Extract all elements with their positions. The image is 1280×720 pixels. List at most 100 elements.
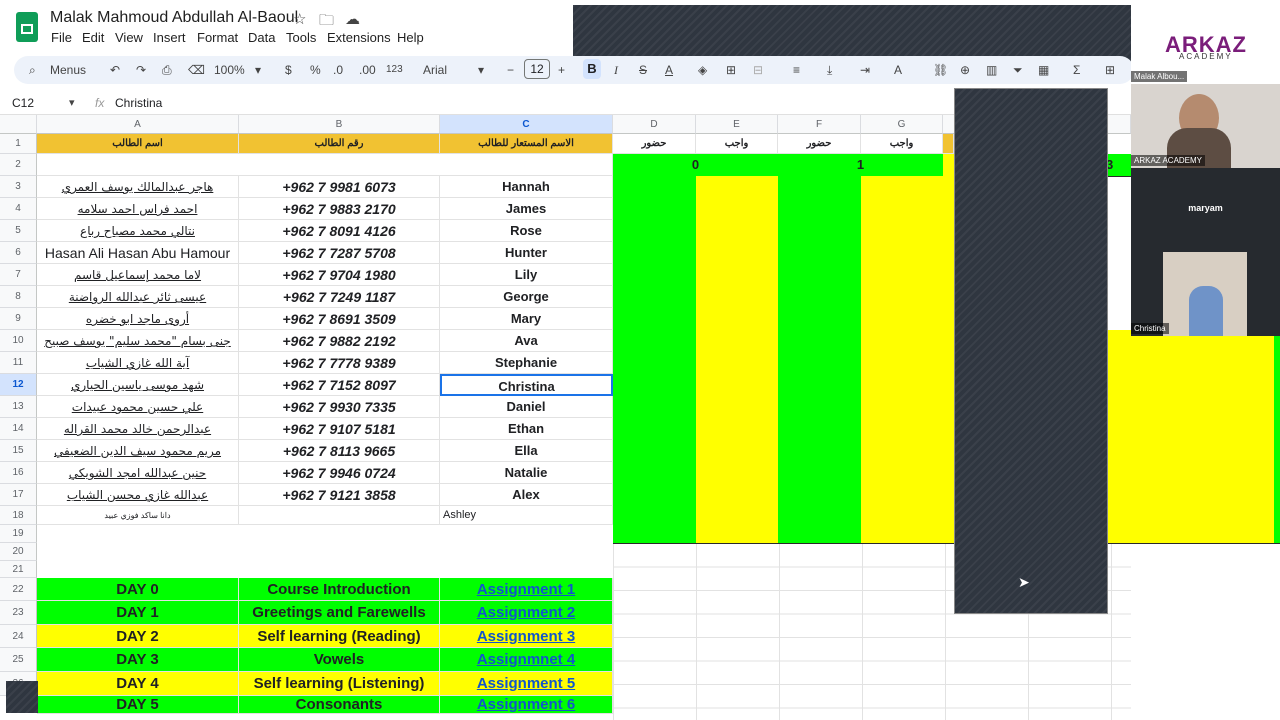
wrap-icon[interactable]: ⇥	[860, 61, 870, 79]
attendance-cell[interactable]	[613, 484, 697, 507]
student-phone[interactable]: +962 7 8691 3509	[239, 308, 440, 330]
text-color-button[interactable]: A	[665, 61, 673, 79]
day-number-1[interactable]: 1	[778, 154, 944, 177]
attendance-cell[interactable]	[861, 286, 944, 309]
attendance-cell[interactable]	[778, 396, 862, 419]
attendance-cell[interactable]	[778, 264, 862, 287]
row-header-9[interactable]: 9	[0, 308, 37, 330]
student-alias[interactable]: George	[440, 286, 613, 308]
attendance-cell[interactable]	[613, 264, 697, 287]
attendance-cell[interactable]	[613, 506, 697, 526]
row-header-21[interactable]: 21	[0, 561, 37, 578]
row-header-16[interactable]: 16	[0, 462, 37, 484]
name-box[interactable]: C12	[12, 96, 34, 110]
chevron-down-icon[interactable]: ▾	[255, 61, 261, 79]
search-menus-label[interactable]: Menus	[50, 61, 86, 79]
search-menus-icon[interactable]: ⌕	[29, 61, 36, 79]
row-header-12[interactable]: 12	[0, 374, 37, 396]
attendance-cell-right[interactable]	[1190, 396, 1275, 419]
attendance-cell-right[interactable]	[1190, 525, 1275, 544]
attendance-cell[interactable]	[861, 462, 944, 485]
formula-input[interactable]: Christina	[115, 96, 162, 110]
student-phone[interactable]: +962 7 9107 5181	[239, 418, 440, 440]
student-alias[interactable]: Christina	[440, 374, 613, 396]
header-cell[interactable]: اسم الطالب	[37, 134, 239, 154]
header-cell[interactable]: واجب	[861, 134, 943, 154]
attendance-cell[interactable]	[613, 418, 697, 441]
attendance-cell[interactable]	[696, 264, 779, 287]
student-name[interactable]: دانا ساكد فوزي عبيد	[37, 506, 239, 525]
attendance-cell[interactable]	[861, 484, 944, 507]
attendance-cell[interactable]	[696, 198, 779, 221]
attendance-cell[interactable]	[778, 176, 862, 199]
student-alias[interactable]: Hunter	[440, 242, 613, 264]
row-header-25[interactable]: 25	[0, 648, 37, 672]
student-alias[interactable]: Natalie	[440, 462, 613, 484]
menu-insert[interactable]: Insert	[153, 30, 186, 45]
student-phone[interactable]: +962 7 7249 1187	[239, 286, 440, 308]
menu-extensions[interactable]: Extensions	[327, 30, 391, 45]
attendance-cell[interactable]	[613, 176, 697, 199]
student-phone[interactable]: +962 7 9121 3858	[239, 484, 440, 506]
star-icon[interactable]: ☆	[293, 10, 306, 28]
menu-help[interactable]: Help	[397, 30, 424, 45]
attendance-cell[interactable]	[696, 330, 779, 353]
attendance-cell[interactable]	[778, 374, 862, 397]
student-phone[interactable]: +962 7 8091 4126	[239, 220, 440, 242]
day-label[interactable]: DAY 5	[37, 696, 239, 714]
attendance-cell[interactable]	[778, 330, 862, 353]
attendance-cell[interactable]	[861, 525, 944, 544]
day-label[interactable]: DAY 3	[37, 648, 239, 672]
attendance-cell[interactable]	[861, 220, 944, 243]
day-label[interactable]: DAY 0	[37, 578, 239, 601]
attendance-cell[interactable]	[613, 286, 697, 309]
attendance-cell[interactable]	[778, 286, 862, 309]
assignment-link[interactable]: Assignmnet 4	[440, 648, 613, 672]
font-select[interactable]: Arial	[423, 61, 447, 79]
row-header-18[interactable]: 18	[0, 506, 37, 525]
student-alias[interactable]: Ella	[440, 440, 613, 462]
attendance-cell[interactable]	[613, 308, 697, 331]
strikethrough-button[interactable]: S	[639, 61, 647, 79]
column-header-e[interactable]: E	[696, 115, 778, 134]
student-name[interactable]: أروى ماجد ابو خضره	[37, 308, 239, 330]
attendance-cell[interactable]	[778, 308, 862, 331]
student-name[interactable]: عبدالله غازي محسن الشياب	[37, 484, 239, 506]
attendance-cell[interactable]	[696, 462, 779, 485]
student-phone[interactable]: +962 7 8113 9665	[239, 440, 440, 462]
decrease-decimal-button[interactable]: .0	[333, 61, 343, 79]
student-alias[interactable]: Rose	[440, 220, 613, 242]
comment-icon[interactable]: ⊕	[960, 61, 970, 79]
student-name[interactable]: مريم محمود سيف الدين الضعيفي	[37, 440, 239, 462]
day-topic[interactable]: Consonants	[239, 696, 440, 714]
student-phone[interactable]: +962 7 7152 8097	[239, 374, 440, 396]
attendance-cell[interactable]	[696, 352, 779, 375]
attendance-cell[interactable]	[778, 220, 862, 243]
attendance-cell-right[interactable]	[1190, 506, 1275, 526]
attendance-cell[interactable]	[778, 440, 862, 463]
decrease-font-icon[interactable]: −	[507, 61, 514, 79]
student-name[interactable]: نتالي محمد مصباح رباع	[37, 220, 239, 242]
attendance-cell[interactable]	[613, 220, 697, 243]
attendance-cell[interactable]	[696, 220, 779, 243]
increase-decimal-button[interactable]: .00	[359, 61, 376, 79]
day-topic[interactable]: Vowels	[239, 648, 440, 672]
attendance-cell[interactable]	[696, 440, 779, 463]
menu-tools[interactable]: Tools	[286, 30, 316, 45]
assignment-link[interactable]: Assignment 5	[440, 672, 613, 696]
attendance-cell[interactable]	[613, 525, 697, 544]
attendance-cell[interactable]	[696, 286, 779, 309]
attendance-cell[interactable]	[696, 525, 779, 544]
student-phone[interactable]: +962 7 9882 2192	[239, 330, 440, 352]
bold-button[interactable]: B	[583, 59, 601, 79]
attendance-cell[interactable]	[861, 506, 944, 526]
attendance-cell[interactable]	[861, 374, 944, 397]
menu-file[interactable]: File	[51, 30, 72, 45]
column-header-b[interactable]: B	[239, 115, 440, 134]
header-cell[interactable]: حضور	[613, 134, 696, 154]
attendance-cell[interactable]	[696, 484, 779, 507]
header-cell[interactable]: واجب	[696, 134, 778, 154]
merge-cells-icon[interactable]: ⊟	[753, 61, 763, 79]
day-topic[interactable]: Greetings and Farewells	[239, 601, 440, 625]
day-number-0[interactable]: 0	[613, 154, 779, 177]
